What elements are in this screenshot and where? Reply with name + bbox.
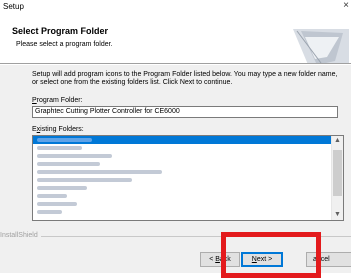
- next-button[interactable]: Next >: [241, 252, 283, 267]
- existing-folder-item[interactable]: [33, 200, 333, 208]
- existing-folder-item[interactable]: [33, 168, 333, 176]
- existing-folder-item[interactable]: [33, 152, 333, 160]
- installshield-divider: [40, 236, 351, 237]
- page-subtitle: Please select a program folder.: [16, 41, 113, 48]
- blurred-folder-name: [37, 194, 67, 198]
- back-button[interactable]: < Back: [200, 252, 240, 267]
- title-bar: Setup ×: [0, 0, 351, 15]
- window-title: Setup: [3, 2, 24, 11]
- existing-folders-label-text: isting Folders:: [40, 126, 84, 133]
- existing-folder-item[interactable]: [33, 192, 333, 200]
- existing-folders-label: Existing Folders:: [32, 126, 84, 133]
- blurred-folder-name: [37, 202, 77, 206]
- blurred-folder-name: [37, 178, 132, 182]
- existing-folders-items: [33, 136, 333, 216]
- program-folder-input[interactable]: Graphtec Cutting Plotter Controller for …: [32, 106, 338, 118]
- wizard-header: [0, 15, 351, 67]
- existing-folder-item[interactable]: [33, 136, 333, 144]
- existing-folder-item[interactable]: [33, 160, 333, 168]
- blurred-folder-name: [37, 186, 87, 190]
- scroll-down-icon[interactable]: ▼: [332, 210, 343, 220]
- blurred-folder-name: [37, 138, 92, 142]
- back-button-text: ack: [219, 256, 231, 263]
- scroll-up-icon[interactable]: ▲: [332, 136, 343, 146]
- close-icon[interactable]: ×: [343, 0, 349, 11]
- page-title: Select Program Folder: [12, 26, 109, 36]
- blurred-folder-name: [37, 170, 162, 174]
- existing-folder-item[interactable]: [33, 208, 333, 216]
- next-button-text: ext >: [256, 256, 273, 263]
- installshield-brand: InstallShield: [0, 232, 41, 239]
- blurred-folder-name: [37, 210, 62, 214]
- instructions-text: Setup will add program icons to the Prog…: [32, 71, 338, 86]
- blurred-folder-name: [37, 154, 112, 158]
- program-folder-label-text: rogram Folder:: [36, 97, 83, 104]
- cancel-button[interactable]: ancel: [306, 252, 351, 267]
- blurred-folder-name: [37, 146, 82, 150]
- existing-folders-list[interactable]: ▲ ▼: [32, 135, 344, 221]
- setup-wizard-graphic-icon: [293, 29, 349, 67]
- existing-folder-item[interactable]: [33, 176, 333, 184]
- existing-folder-item[interactable]: [33, 184, 333, 192]
- cancel-button-text: ancel: [313, 256, 330, 263]
- scroll-thumb[interactable]: [333, 150, 342, 196]
- existing-folder-item[interactable]: [33, 144, 333, 152]
- program-folder-label: Program Folder:: [32, 97, 83, 104]
- existing-folders-scrollbar[interactable]: ▲ ▼: [331, 136, 343, 220]
- blurred-folder-name: [37, 162, 100, 166]
